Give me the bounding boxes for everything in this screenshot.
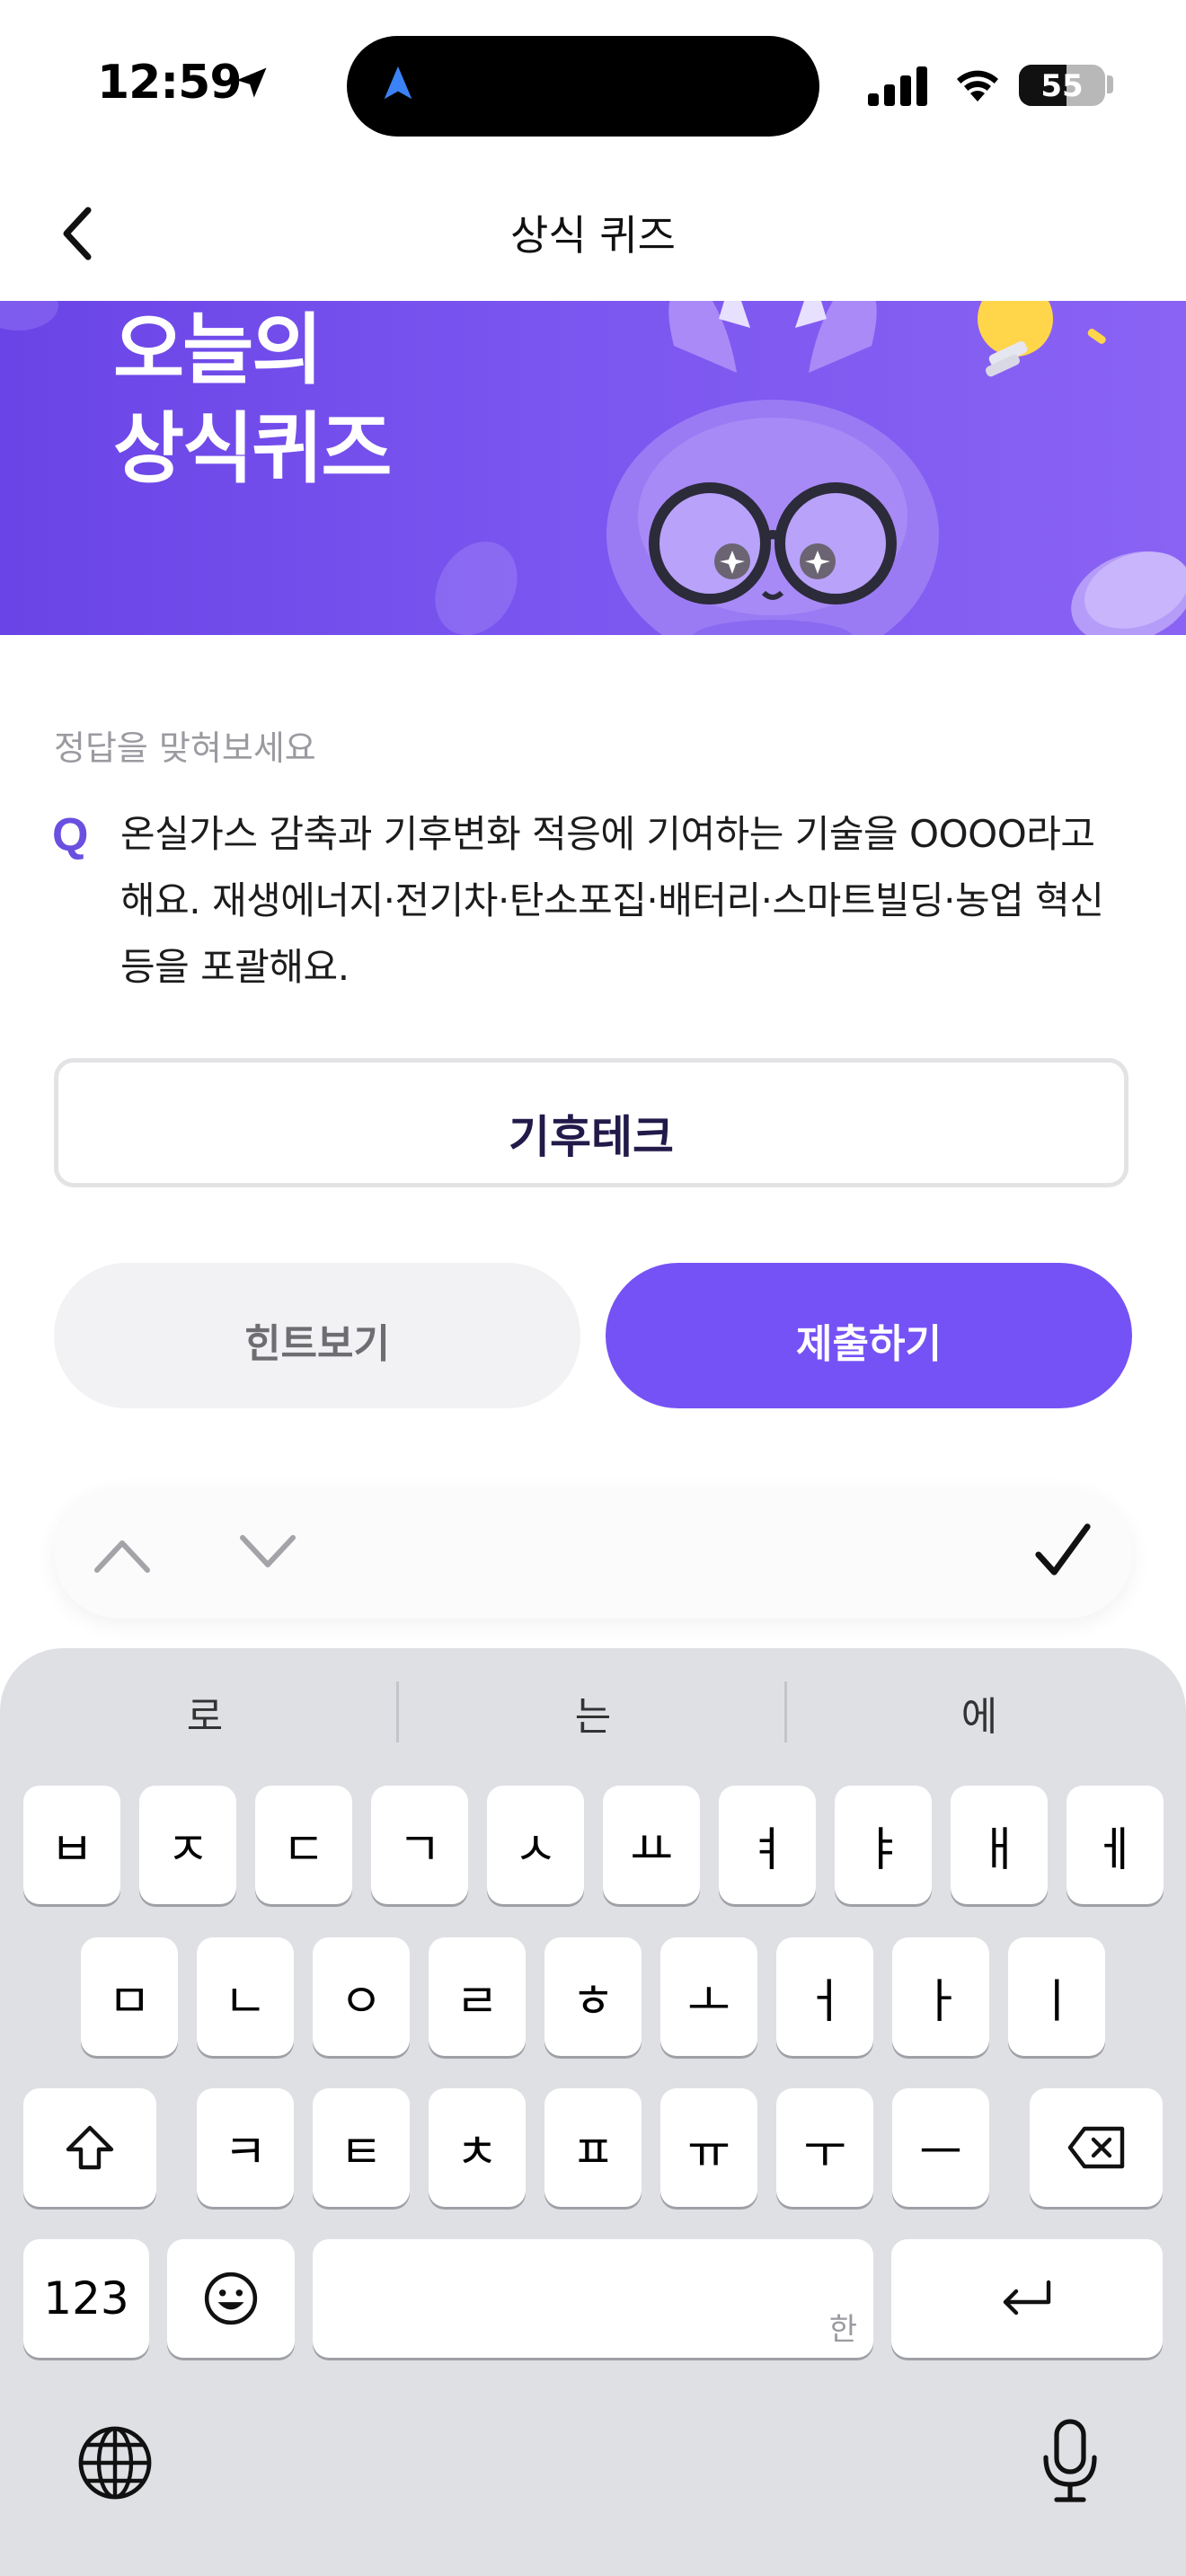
shift-icon xyxy=(66,2125,114,2170)
status-time: 12:59 xyxy=(97,56,243,110)
key-row2-8[interactable]: ㅏ xyxy=(892,1937,989,2056)
key-row2-5[interactable]: ㅎ xyxy=(544,1937,642,2056)
key-row2-6[interactable]: ㅗ xyxy=(660,1937,757,2056)
key-row2-2[interactable]: ㄴ xyxy=(197,1937,294,2056)
key-row2-4[interactable]: ㄹ xyxy=(429,1937,526,2056)
key-row1-8[interactable]: ㅑ xyxy=(835,1786,932,1904)
key-row1-7[interactable]: ㅕ xyxy=(719,1786,816,1904)
numbers-key[interactable]: 123 xyxy=(23,2239,149,2358)
key-row1-4[interactable]: ㄱ xyxy=(371,1786,468,1904)
suggestion-3[interactable]: 에 xyxy=(800,1684,1159,1742)
coin-decoration xyxy=(1071,551,1186,635)
microphone-icon[interactable] xyxy=(1042,2418,1098,2504)
decor-blob xyxy=(0,301,58,331)
key-row3-7[interactable]: ㅡ xyxy=(892,2088,989,2207)
banner-title: 오늘의 상식퀴즈 xyxy=(113,301,392,498)
hint-button-label: 힌트보기 xyxy=(244,1321,390,1367)
key-row1-2[interactable]: ㅈ xyxy=(139,1786,236,1904)
navigation-arrow-icon xyxy=(384,66,412,100)
globe-icon[interactable] xyxy=(77,2425,153,2501)
question-text: 온실가스 감축과 기후변화 적응에 기여하는 기술을 OOOO라고 해요. 재생… xyxy=(120,812,1104,989)
wifi-icon xyxy=(957,70,998,101)
key-row1-3[interactable]: ㄷ xyxy=(255,1786,352,1904)
shift-key[interactable] xyxy=(23,2088,156,2207)
emoji-icon xyxy=(204,2272,258,2325)
chevron-up-icon[interactable] xyxy=(90,1527,155,1581)
battery-nub xyxy=(1107,75,1113,93)
key-row1-10[interactable]: ㅔ xyxy=(1067,1786,1164,1904)
suggestion-divider xyxy=(784,1681,787,1742)
quiz-banner: 오늘의 상식퀴즈 xyxy=(0,301,1186,635)
key-row1-6[interactable]: ㅛ xyxy=(603,1786,700,1904)
key-row3-3[interactable]: ㅊ xyxy=(429,2088,526,2207)
key-row3-1[interactable]: ㅋ xyxy=(197,2088,294,2207)
key-row2-7[interactable]: ㅓ xyxy=(776,1937,873,2056)
key-row2-9[interactable]: ㅣ xyxy=(1008,1937,1105,2056)
key-row1-1[interactable]: ㅂ xyxy=(23,1786,120,1904)
mascot-illustration xyxy=(606,301,939,635)
quiz-instruction: 정답을 맞혀보세요 xyxy=(54,728,316,768)
keyboard-accessory-bar xyxy=(54,1489,1132,1619)
checkmark-icon[interactable] xyxy=(1031,1520,1094,1583)
cellular-signal-icon xyxy=(868,66,927,106)
delete-key[interactable] xyxy=(1030,2088,1163,2207)
suggestion-1[interactable]: 로 xyxy=(25,1684,385,1742)
location-arrow-icon xyxy=(236,67,267,98)
submit-button-label: 제출하기 xyxy=(796,1321,942,1367)
suggestion-divider xyxy=(396,1681,399,1742)
submit-button[interactable]: 제출하기 xyxy=(606,1263,1132,1408)
return-key[interactable] xyxy=(891,2239,1163,2358)
lightbulb-illustration xyxy=(978,301,1106,377)
key-row1-5[interactable]: ㅅ xyxy=(487,1786,584,1904)
battery-percent: 55 xyxy=(1040,68,1084,104)
space-key[interactable]: 한 xyxy=(313,2239,873,2358)
key-row2-1[interactable]: ㅁ xyxy=(81,1937,178,2056)
key-row3-4[interactable]: ㅍ xyxy=(544,2088,642,2207)
hint-button[interactable]: 힌트보기 xyxy=(54,1263,580,1408)
backspace-icon xyxy=(1067,2126,1125,2169)
key-row3-6[interactable]: ㅜ xyxy=(776,2088,873,2207)
question-marker: Q xyxy=(52,809,89,861)
suggestion-2[interactable]: 는 xyxy=(413,1684,773,1742)
answer-input-value: 기후테크 xyxy=(509,1111,674,1163)
coin-decoration xyxy=(435,541,518,635)
key-row3-2[interactable]: ㅌ xyxy=(313,2088,410,2207)
space-key-hint: 한 xyxy=(828,2312,857,2348)
emoji-key[interactable] xyxy=(167,2239,295,2358)
return-icon xyxy=(1003,2280,1051,2316)
key-row3-5[interactable]: ㅠ xyxy=(660,2088,757,2207)
page-title: 상식 퀴즈 xyxy=(510,211,676,260)
banner-title-line2: 상식퀴즈 xyxy=(113,404,392,494)
chevron-down-icon[interactable] xyxy=(235,1527,300,1581)
key-row1-9[interactable]: ㅐ xyxy=(951,1786,1048,1904)
banner-title-line1: 오늘의 xyxy=(113,305,323,395)
answer-input[interactable]: 기후테크 xyxy=(54,1058,1128,1187)
key-row2-3[interactable]: ㅇ xyxy=(313,1937,410,2056)
battery-indicator: 55 xyxy=(1019,65,1105,106)
